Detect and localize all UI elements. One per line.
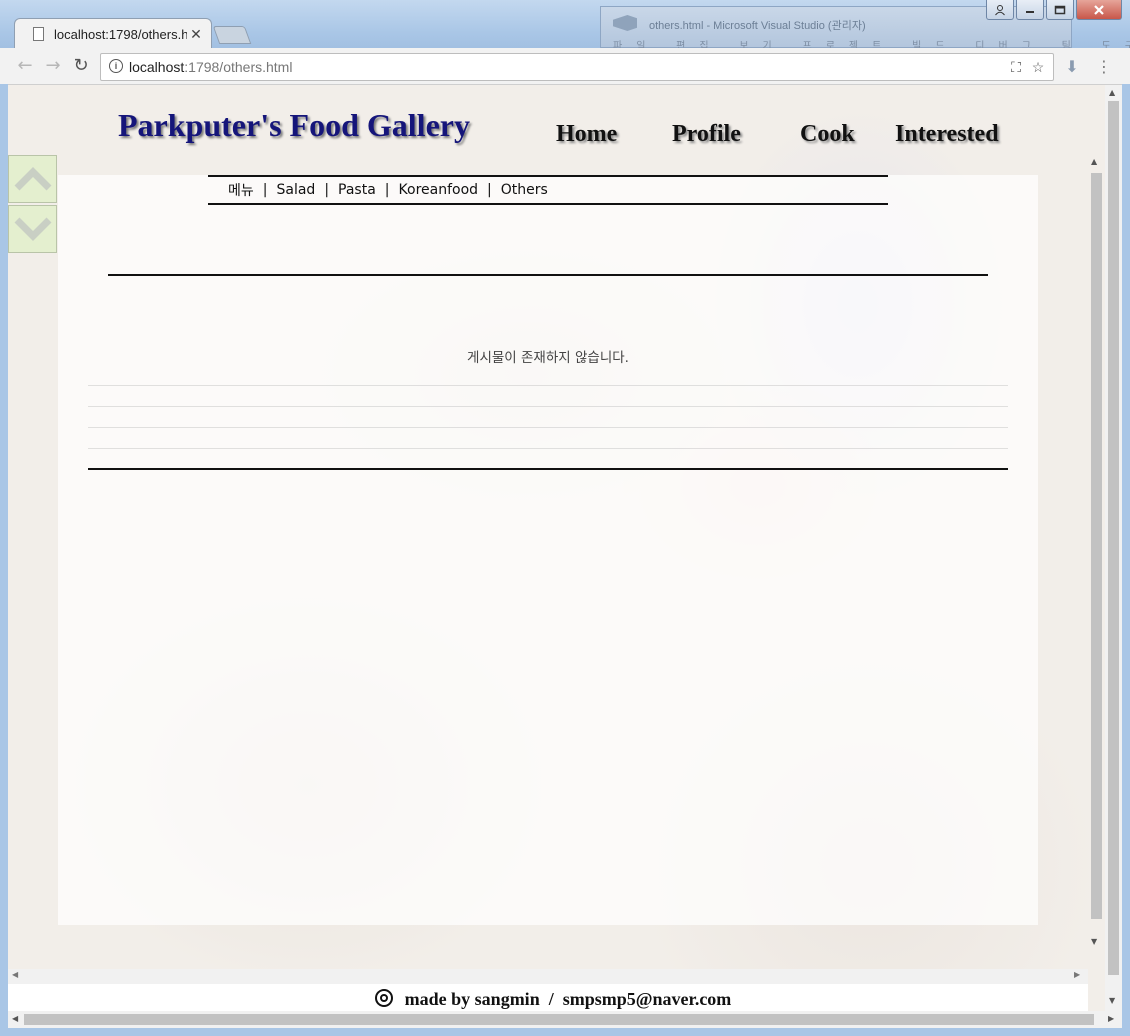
chevron-up-icon [14,167,51,191]
inner-vertical-scrollbar[interactable]: ▲ ▼ [1088,155,1105,955]
forward-button[interactable]: → [42,55,64,77]
footer-credit: made by sangmin / smpsmp5@naver.com [8,989,1098,1010]
scroll-left-arrow-icon[interactable]: ◀ [12,970,18,979]
info-icon[interactable]: i [109,59,123,73]
submenu-separator: | [324,182,330,198]
board-row-divider [88,448,1008,449]
submenu-bar: 메뉴 | Salad | Pasta | Koreanfood | Others [208,175,888,205]
empty-board-message: 게시물이 존재하지 않습니다. [467,350,629,366]
new-tab-button[interactable] [212,26,252,44]
scroll-top-button[interactable] [8,155,57,203]
content-panel [58,175,1038,925]
scroll-down-arrow-icon[interactable]: ▼ [1109,996,1115,1005]
tab-others[interactable]: localhost:1798/others.ht ✕ [14,18,212,49]
scroll-arrow-buttons [8,155,57,255]
document-icon [33,27,44,41]
footer: ◀ ▶ made by sangmin / smpsmp5@naver.com [8,969,1088,1011]
page-hscroll-thumb[interactable] [24,1014,1094,1025]
back-button[interactable]: ← [14,55,36,77]
minimize-button[interactable] [1016,0,1044,20]
submenu-separator: | [262,182,268,198]
nav-home[interactable]: Home [556,121,617,148]
scroll-down-arrow-icon[interactable]: ▼ [1091,937,1097,946]
window-frame [1122,84,1130,1028]
page-viewport: Parkputer's Food Gallery Home Profile Co… [8,85,1105,1011]
visual-studio-icon [613,15,637,31]
translate-icon[interactable]: ⛶ [1007,58,1025,76]
window-controls [986,0,1122,20]
nav-profile[interactable]: Profile [672,121,741,148]
window-frame [0,84,8,1028]
reload-button[interactable]: ↻ [70,55,92,77]
submenu-item-others[interactable]: Others [501,182,548,198]
chevron-down-icon [14,217,51,241]
scroll-bottom-button[interactable] [8,205,57,253]
submenu-item-pasta[interactable]: Pasta [338,182,376,198]
nav-cook[interactable]: Cook [800,121,855,148]
user-icon[interactable] [986,0,1014,20]
url-host: localhost [129,59,185,75]
bullseye-icon [374,989,393,1007]
submenu-separator: | [384,182,390,198]
submenu-item-salad[interactable]: Salad [276,182,315,198]
submenu-label: 메뉴 [228,183,254,199]
window-frame [0,1028,1130,1036]
footer-email[interactable]: smpsmp5@naver.com [563,989,732,1009]
star-icon[interactable]: ☆ [1029,58,1047,76]
close-window-button[interactable] [1076,0,1122,20]
board-row-divider [88,385,1008,386]
nav-interested[interactable]: Interested [895,121,999,148]
tab-close-icon[interactable]: ✕ [187,26,205,43]
scroll-left-arrow-icon[interactable]: ◀ [12,1014,18,1023]
menu-icon[interactable]: ⋮ [1094,57,1114,76]
board-top-rule [108,274,988,276]
scroll-up-arrow-icon[interactable]: ▲ [1091,157,1097,166]
scroll-right-arrow-icon[interactable]: ▶ [1108,1014,1114,1023]
page-vertical-scrollbar[interactable]: ▲ ▼ [1105,85,1122,1011]
scroll-up-arrow-icon[interactable]: ▲ [1109,88,1115,97]
url-text: localhost:1798/others.html [129,59,292,75]
board-bottom-rule [88,468,1008,470]
inner-scroll-thumb[interactable] [1091,173,1102,919]
board-row-divider [88,427,1008,428]
page-horizontal-scrollbar[interactable]: ◀ ▶ [8,1011,1122,1028]
site-title[interactable]: Parkputer's Food Gallery [118,107,470,144]
footer-horizontal-scrollbar[interactable]: ◀ ▶ [8,969,1088,984]
scroll-right-arrow-icon[interactable]: ▶ [1074,970,1080,979]
submenu-item-koreanfood[interactable]: Koreanfood [399,182,479,198]
submenu-separator: | [487,182,492,198]
page-scroll-thumb[interactable] [1108,101,1119,975]
tab-title: localhost:1798/others.ht [54,26,187,42]
address-bar[interactable]: i localhost:1798/others.html ⛶ ☆ [100,53,1054,81]
maximize-button[interactable] [1046,0,1074,20]
background-window-title: others.html - Microsoft Visual Studio (관… [649,20,866,32]
footer-made-by: made by sangmin [404,989,540,1009]
footer-divider: / [548,989,554,1009]
url-path: :1798/others.html [184,59,293,75]
board-row-divider [88,406,1008,407]
download-icon[interactable]: ⬇ [1062,57,1082,76]
browser-toolbar: ← → ↻ i localhost:1798/others.html ⛶ ☆ ⬇… [0,48,1130,85]
